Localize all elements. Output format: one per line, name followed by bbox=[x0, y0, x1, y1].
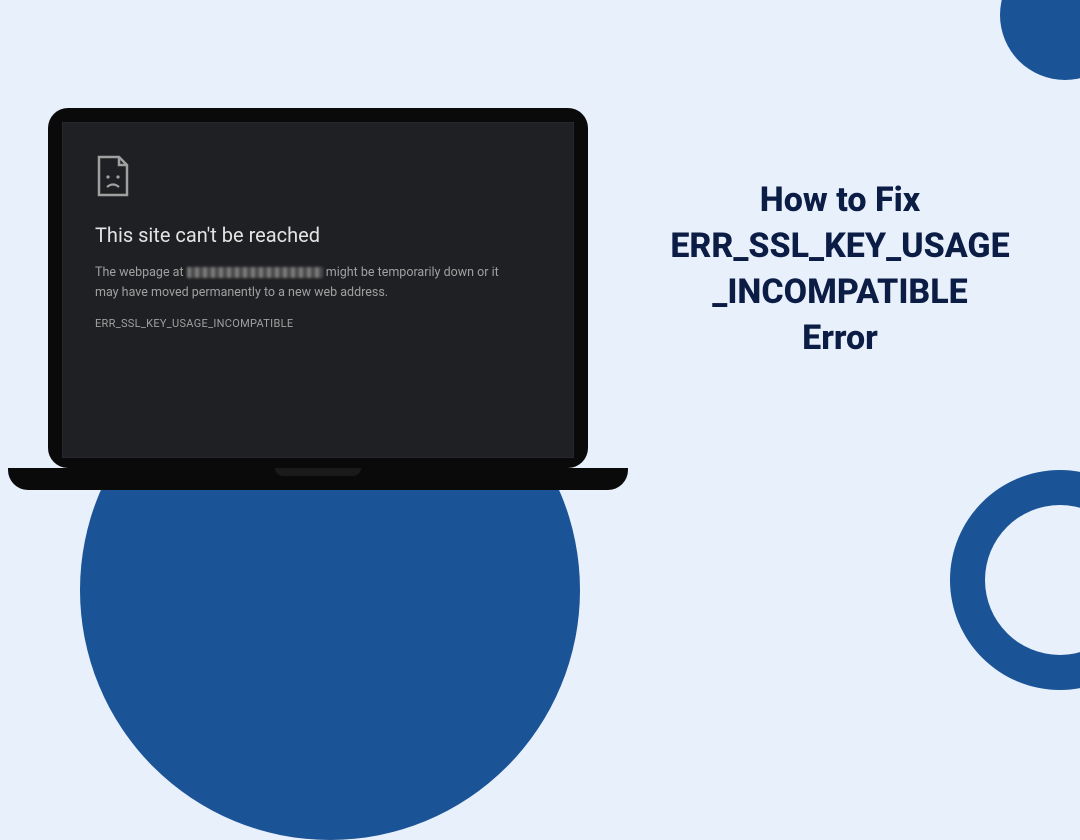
laptop-base bbox=[8, 468, 628, 490]
browser-error-page: This site can't be reached The webpage a… bbox=[62, 122, 574, 458]
headline-line-2: ERR_SSL_KEY_USAGE bbox=[670, 226, 1009, 266]
error-code: ERR_SSL_KEY_USAGE_INCOMPATIBLE bbox=[95, 317, 547, 330]
laptop-hinge-notch bbox=[275, 468, 361, 476]
sad-page-icon bbox=[95, 155, 131, 197]
headline-line-3: _INCOMPATIBLE bbox=[712, 272, 968, 312]
error-desc-prefix: The webpage at bbox=[95, 265, 187, 280]
error-title: This site can't be reached bbox=[95, 223, 547, 247]
laptop-illustration: This site can't be reached The webpage a… bbox=[18, 108, 618, 490]
error-description: The webpage at might be temporarily down… bbox=[95, 263, 525, 303]
headline-line-1: How to Fix bbox=[760, 180, 920, 220]
decor-circle-bottom-right bbox=[950, 470, 1080, 690]
headline-line-4: Error bbox=[802, 318, 878, 358]
blurred-url-placeholder bbox=[187, 267, 323, 278]
decor-circle-top-right bbox=[1000, 0, 1080, 80]
article-headline: How to Fix ERR_SSL_KEY_USAGE _INCOMPATIB… bbox=[640, 178, 1040, 362]
laptop-screen-bezel: This site can't be reached The webpage a… bbox=[48, 108, 588, 468]
